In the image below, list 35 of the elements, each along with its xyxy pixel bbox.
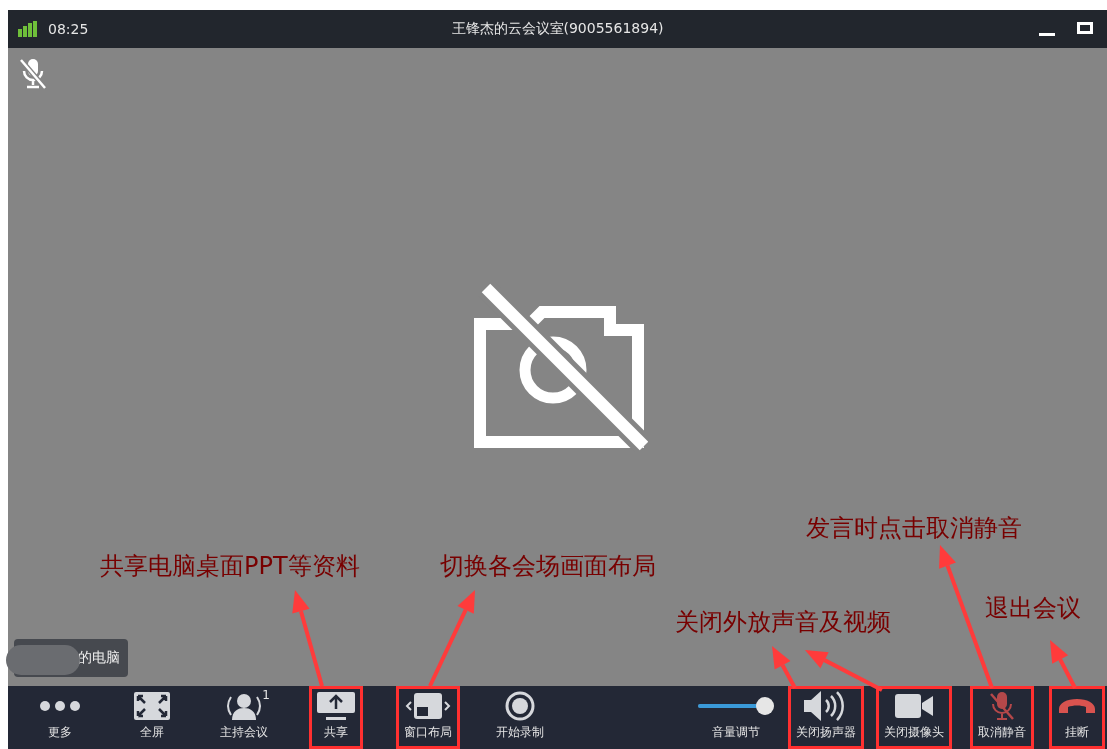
host-button[interactable]: 1 主持会议 xyxy=(212,686,276,749)
participant-name: 的电脑 xyxy=(78,649,120,665)
fullscreen-icon xyxy=(134,692,170,720)
volume-slider[interactable] xyxy=(698,697,774,715)
record-icon xyxy=(505,691,535,721)
volume-button[interactable]: 音量调节 xyxy=(690,686,782,749)
more-icon xyxy=(40,701,80,711)
record-button[interactable]: 开始录制 xyxy=(488,686,552,749)
share-screen-icon xyxy=(317,692,355,720)
signal-icon xyxy=(18,21,38,37)
fullscreen-button[interactable]: 全屏 xyxy=(126,686,178,749)
minimize-icon xyxy=(1039,33,1055,36)
arrow xyxy=(772,646,797,689)
annotation-text: 共享电脑桌面PPT等资料 xyxy=(100,551,360,582)
annotation-text: 退出会议 xyxy=(985,593,1081,624)
mic-button[interactable]: 取消静音 xyxy=(970,686,1034,749)
arrow xyxy=(1050,640,1077,689)
participant-count: 1 xyxy=(262,688,270,702)
hangup-button[interactable]: 挂断 xyxy=(1049,686,1105,749)
share-button[interactable]: 共享 xyxy=(309,686,363,749)
speaker-button[interactable]: 关闭扬声器 xyxy=(788,686,864,749)
clock-time: 08:25 xyxy=(48,21,89,37)
people-icon xyxy=(226,692,262,720)
annotation-text: 发言时点击取消静音 xyxy=(806,513,1022,544)
annotation-text: 关闭外放声音及视频 xyxy=(675,607,891,638)
annotation-text: 切换各会场画面布局 xyxy=(440,551,656,582)
more-button[interactable]: 更多 xyxy=(32,686,88,749)
window-title: 王锋杰的云会议室(9005561894) xyxy=(451,20,664,38)
phone-icon xyxy=(1057,697,1097,715)
muted-microphone-icon xyxy=(18,58,48,90)
camera-button[interactable]: 关闭摄像头 xyxy=(876,686,952,749)
video-camera-icon xyxy=(895,694,933,718)
layout-icon xyxy=(405,692,451,720)
maximize-icon xyxy=(1077,22,1093,34)
layout-button[interactable]: 窗口布局 xyxy=(396,686,460,749)
